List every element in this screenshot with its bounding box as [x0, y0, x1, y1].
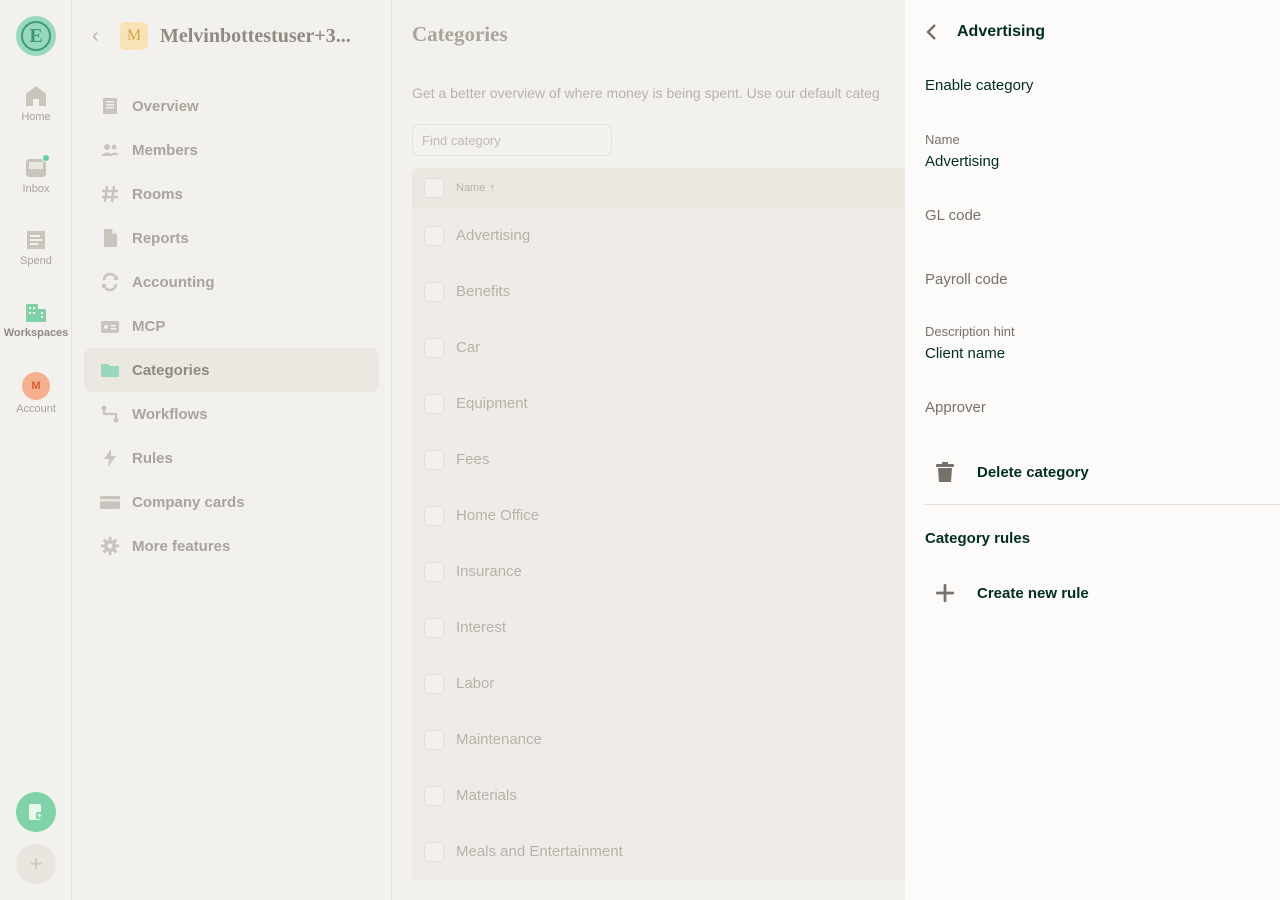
- name-label: Name: [925, 132, 960, 147]
- name-value: Advertising: [925, 153, 1000, 170]
- enable-category-toggle-label[interactable]: Enable category: [925, 77, 1033, 94]
- delete-category-button[interactable]: Delete category: [925, 452, 1089, 492]
- panel-title: Advertising: [957, 23, 1046, 40]
- description-hint-field[interactable]: Description hint Client name: [925, 324, 1015, 362]
- create-new-rule-button[interactable]: Create new rule: [925, 573, 1089, 613]
- description-hint-label: Description hint: [925, 324, 1015, 339]
- delete-category-label: Delete category: [977, 463, 1089, 481]
- gl-code-field[interactable]: GL code: [925, 207, 981, 224]
- modal-overlay[interactable]: [0, 0, 905, 900]
- approver-field[interactable]: Approver: [925, 399, 986, 416]
- gl-code-label: GL code: [925, 207, 982, 224]
- create-new-rule-label: Create new rule: [977, 584, 1089, 602]
- back-arrow-icon[interactable]: [925, 23, 939, 41]
- payroll-code-label: Payroll code: [925, 271, 1008, 288]
- plus-icon: [925, 573, 965, 613]
- payroll-code-field[interactable]: Payroll code: [925, 271, 1008, 288]
- category-rules-heading: Category rules: [925, 530, 1031, 547]
- approver-label: Approver: [925, 399, 986, 416]
- trash-icon: [925, 452, 965, 492]
- category-settings-panel: Advertising Enable category Name Adverti…: [905, 0, 1280, 900]
- divider: [925, 504, 1280, 505]
- panel-header: Advertising: [925, 20, 1045, 44]
- name-field[interactable]: Name Advertising: [925, 132, 999, 170]
- description-hint-value: Client name: [925, 345, 1006, 362]
